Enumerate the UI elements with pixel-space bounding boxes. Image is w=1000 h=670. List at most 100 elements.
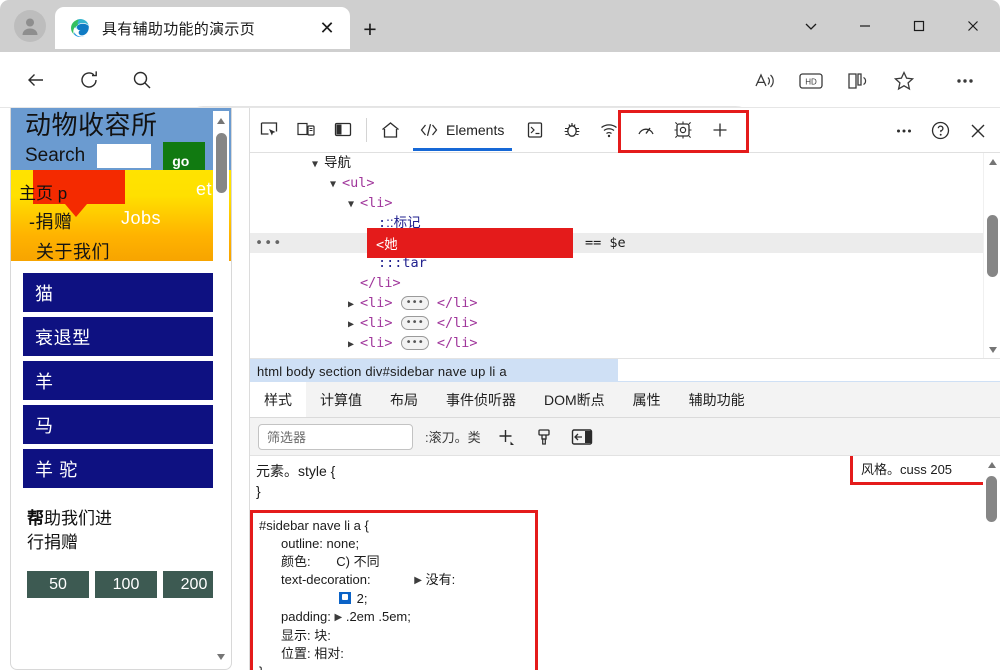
breadcrumb-path[interactable]: html body section div#sidebar nave up li… — [250, 359, 618, 383]
breadcrumb[interactable]: html body section div#sidebar nave up li… — [250, 358, 1000, 382]
search-go-button[interactable]: go — [163, 142, 205, 170]
list-item[interactable]: 衰退型 — [23, 317, 219, 356]
collapse-triangle-icon[interactable]: ▶ — [348, 315, 360, 335]
new-tab-button[interactable]: + — [355, 14, 385, 44]
tab-network[interactable] — [590, 108, 627, 153]
dom-row[interactable]: ▼<ul> — [250, 173, 1000, 193]
css-value[interactable]: 块: — [314, 628, 331, 643]
dom-row[interactable]: :::标记 — [250, 213, 1000, 233]
tab-performance[interactable] — [627, 108, 664, 153]
css-value[interactable]: .2em .5em; — [346, 609, 411, 624]
css-rule-selector[interactable]: #sidebar nave li a { — [259, 517, 535, 535]
maximize-button[interactable] — [892, 0, 946, 52]
css-declaration[interactable]: 位置: 相对: — [259, 645, 535, 663]
dom-row[interactable]: ▼导航 — [250, 153, 1000, 173]
scroll-up-arrow-icon[interactable] — [213, 113, 229, 129]
tab-elements[interactable]: Elements — [409, 108, 516, 153]
browser-tab[interactable]: 具有辅助功能的演示页 ✕ — [55, 7, 350, 49]
tab-actions-chevron-down-icon[interactable] — [784, 0, 838, 52]
scrollbar-thumb[interactable] — [987, 215, 998, 277]
tab-event-listeners[interactable]: 事件侦听器 — [432, 382, 530, 417]
css-value[interactable]: none; — [327, 536, 360, 551]
dom-tree-scrollbar[interactable] — [983, 153, 1000, 358]
browser-settings-more-button[interactable] — [948, 64, 982, 98]
scrollbar-thumb[interactable] — [986, 476, 997, 522]
collapse-triangle-icon[interactable]: ▶ — [348, 335, 360, 355]
immersive-reader-button[interactable] — [841, 64, 875, 98]
collapsed-children-badge[interactable]: ••• — [401, 316, 429, 330]
scroll-up-arrow-icon[interactable] — [983, 456, 1000, 473]
dock-panel-button[interactable] — [324, 108, 361, 153]
collapse-triangle-icon[interactable]: ▶ — [348, 295, 360, 315]
css-declaration[interactable]: 显示: 块: — [259, 627, 535, 645]
scroll-down-arrow-icon[interactable] — [984, 341, 1000, 358]
expand-triangle-icon[interactable]: ▼ — [330, 175, 342, 195]
home-button[interactable] — [372, 108, 409, 153]
expand-arrow-icon[interactable]: ▶ — [335, 609, 343, 627]
nav-item-pet[interactable]: et — [196, 179, 212, 200]
css-declaration[interactable]: padding: ▶ .2em .5em; — [259, 608, 535, 627]
read-aloud-button[interactable] — [748, 64, 782, 98]
tab-debugger[interactable] — [553, 108, 590, 153]
element-class-button[interactable] — [531, 424, 557, 450]
dom-row[interactable]: ▶<li> ••• </li> — [250, 293, 1000, 313]
hd-badge-button[interactable]: HD — [794, 64, 828, 98]
tab-dom-breakpoints[interactable]: DOM断点 — [530, 382, 619, 417]
styles-scrollbar[interactable] — [983, 456, 1000, 670]
favorite-button[interactable] — [887, 64, 921, 98]
tab-properties[interactable]: 属性 — [619, 382, 675, 417]
window-close-button[interactable] — [946, 0, 1000, 52]
dom-tree[interactable]: ▼导航 ▼<ul> ▼<li> :::标记 ••• <她 == $e :::ta… — [250, 153, 1000, 358]
tab-application[interactable] — [664, 108, 701, 153]
stylesheet-source-label[interactable]: 风格。cuss 205 — [850, 456, 998, 485]
scroll-up-arrow-icon[interactable] — [984, 153, 1000, 170]
list-item[interactable]: 马 — [23, 405, 219, 444]
devtools-more-tools-button[interactable] — [885, 108, 922, 153]
dom-row-dots[interactable]: ••• — [255, 233, 282, 253]
tab-console[interactable] — [516, 108, 553, 153]
list-item[interactable]: 羊 — [23, 361, 219, 400]
styles-hov-label[interactable]: :滚刀。类 — [425, 427, 481, 446]
list-item[interactable]: 猫 — [23, 273, 219, 312]
css-declaration[interactable]: text-decoration: ▶ 没有: — [259, 571, 535, 590]
tab-styles[interactable]: 样式 — [250, 382, 306, 417]
css-value[interactable]: C) 不同 — [336, 554, 379, 569]
refresh-button[interactable] — [73, 64, 105, 96]
tab-layout[interactable]: 布局 — [376, 382, 432, 417]
styles-filter-input[interactable]: 筛选器 — [258, 424, 413, 450]
css-value[interactable]: 相对: — [314, 646, 344, 661]
dom-row[interactable]: ▶<li> ••• </li> — [250, 333, 1000, 353]
collapsed-children-badge[interactable]: ••• — [401, 296, 429, 310]
add-panel-button[interactable] — [701, 108, 738, 153]
dom-row[interactable]: </li> — [250, 273, 1000, 293]
collapsed-children-badge[interactable]: ••• — [401, 336, 429, 350]
minimize-button[interactable] — [838, 0, 892, 52]
inspect-element-button[interactable] — [250, 108, 287, 153]
css-declaration[interactable]: outline: none; — [259, 535, 535, 553]
css-declaration[interactable]: 2; — [259, 590, 535, 608]
toggle-sidebar-button[interactable] — [569, 424, 595, 450]
css-value[interactable]: 2; — [357, 591, 368, 606]
tab-computed[interactable]: 计算值 — [306, 382, 376, 417]
scroll-down-arrow-icon[interactable] — [213, 649, 229, 665]
donate-amount-button[interactable]: 50 — [27, 571, 89, 598]
page-scrollbar[interactable] — [213, 111, 229, 667]
expand-arrow-icon[interactable]: ▶ — [414, 572, 422, 590]
css-value[interactable]: 没有: — [426, 572, 456, 587]
tab-close-button[interactable]: ✕ — [314, 15, 340, 41]
dom-row[interactable]: :::tar — [250, 253, 1000, 273]
device-emulation-button[interactable] — [287, 108, 324, 153]
profile-avatar[interactable] — [14, 10, 46, 42]
color-swatch-icon[interactable] — [339, 592, 351, 604]
back-button[interactable] — [20, 64, 52, 96]
list-item[interactable]: 羊 驼 — [23, 449, 219, 488]
devtools-close-button[interactable] — [959, 108, 996, 153]
tab-accessibility[interactable]: 辅助功能 — [675, 382, 759, 417]
devtools-help-button[interactable] — [922, 108, 959, 153]
search-button[interactable] — [126, 64, 158, 96]
nav-item-about[interactable]: 关于我们 — [36, 238, 110, 261]
css-rule-block[interactable]: #sidebar nave li a { outline: none; 颜色: … — [250, 510, 538, 670]
dom-row[interactable]: ▶<li> ••• </li> — [250, 313, 1000, 333]
dom-row-selected[interactable]: ••• <她 == $e — [250, 233, 1000, 253]
expand-triangle-icon[interactable]: ▼ — [348, 195, 360, 215]
